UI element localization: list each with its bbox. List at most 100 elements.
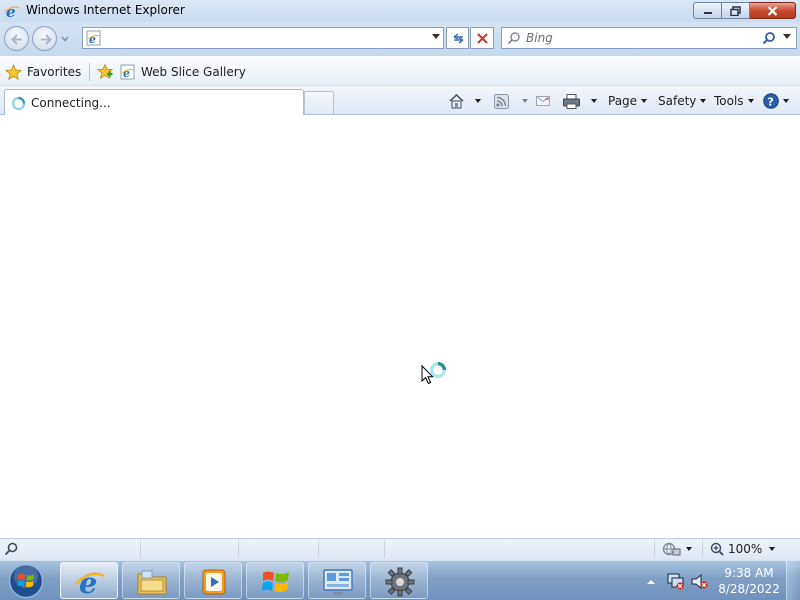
feeds-dropdown-icon[interactable]: [522, 99, 528, 103]
gear-icon: [385, 567, 415, 597]
zoom-dropdown-icon[interactable]: [769, 547, 775, 551]
volume-muted-icon[interactable]: [691, 573, 709, 590]
taskbar-gear-app[interactable]: [370, 562, 428, 599]
minimize-button[interactable]: [693, 2, 722, 19]
add-to-favorites-bar-icon[interactable]: [96, 63, 114, 81]
protected-mode-dropdown-icon[interactable]: [686, 547, 692, 551]
search-input[interactable]: [526, 30, 746, 46]
zoom-icon: [710, 542, 724, 556]
restore-button[interactable]: [722, 2, 750, 19]
address-bar[interactable]: e: [82, 27, 444, 49]
status-divider: [654, 541, 655, 558]
clock-time: 9:38 AM: [724, 566, 774, 580]
stop-icon: [477, 33, 488, 44]
svg-text:e: e: [6, 3, 16, 19]
mail-icon: [536, 96, 550, 106]
safety-menu[interactable]: Safety: [658, 93, 707, 109]
taskbar-internet-explorer[interactable]: e: [60, 562, 118, 599]
window-controls: [693, 2, 796, 19]
protected-mode-icon[interactable]: [662, 542, 682, 557]
web-slice-gallery-link[interactable]: e Web Slice Gallery: [120, 62, 246, 82]
zoom-level: 100%: [728, 542, 763, 556]
refresh-icon: [453, 33, 464, 44]
recent-pages-dropdown-icon[interactable]: [61, 35, 69, 43]
tab-connecting[interactable]: Connecting...: [4, 89, 304, 115]
page-content[interactable]: [0, 115, 800, 538]
internet-explorer-icon: e: [75, 566, 105, 598]
search-icon: [4, 542, 18, 556]
print-dropdown-icon[interactable]: [591, 99, 597, 103]
safety-dropdown-icon: [700, 99, 707, 103]
forward-button[interactable]: [32, 26, 57, 51]
taskbar-control-panel[interactable]: [308, 562, 366, 599]
svg-text:e: e: [79, 566, 97, 598]
new-tab-button[interactable]: [304, 91, 334, 114]
tools-menu-label: Tools: [714, 94, 744, 108]
home-icon: [449, 93, 464, 109]
address-dropdown-icon[interactable]: [432, 34, 440, 40]
help-button[interactable]: ?: [763, 93, 789, 109]
home-dropdown-icon[interactable]: [475, 99, 481, 103]
show-hidden-icons-icon[interactable]: [646, 578, 656, 586]
svg-text:e: e: [123, 67, 130, 80]
folder-icon: [137, 570, 167, 595]
command-bar: Connecting... Page Safety Tools ?: [0, 86, 800, 115]
stop-button[interactable]: [470, 27, 494, 49]
window-title: Windows Internet Explorer: [26, 3, 185, 17]
windows-logo-icon: [262, 571, 289, 593]
title-bar[interactable]: e Windows Internet Explorer: [0, 0, 800, 22]
media-player-icon: [202, 569, 226, 595]
status-bar: 100%: [0, 538, 800, 560]
page-menu[interactable]: Page: [608, 93, 648, 109]
svg-text:?: ?: [767, 96, 773, 109]
clock-date: 8/28/2022: [718, 582, 780, 596]
status-divider: [384, 541, 385, 558]
tab-label: Connecting...: [31, 96, 111, 110]
ie-icon: e: [4, 3, 20, 19]
search-options-dropdown-icon[interactable]: [783, 34, 791, 40]
ie-page-icon: e: [120, 64, 135, 80]
print-button[interactable]: [563, 93, 597, 109]
network-icon[interactable]: [667, 573, 685, 590]
favorites-button[interactable]: Favorites: [5, 62, 81, 82]
help-dropdown-icon: [783, 99, 789, 103]
system-clock[interactable]: 9:38 AM 8/28/2022: [716, 565, 782, 597]
search-icon[interactable]: [762, 31, 776, 45]
status-divider: [140, 541, 141, 558]
address-input[interactable]: [105, 30, 425, 46]
busy-cursor-icon: [421, 362, 446, 385]
taskbar: e 9:38 AM 8/28/2022: [0, 560, 800, 600]
back-button[interactable]: [4, 26, 29, 51]
restore-icon: [730, 5, 741, 16]
control-panel-icon: [323, 569, 353, 595]
taskbar-windows-media-player[interactable]: [184, 562, 242, 599]
tools-menu[interactable]: Tools: [714, 93, 754, 109]
forward-arrow-icon: [41, 34, 52, 45]
safety-menu-label: Safety: [658, 94, 697, 108]
status-divider: [238, 541, 239, 558]
svg-text:e: e: [89, 33, 96, 46]
close-button[interactable]: [750, 2, 796, 19]
help-icon: ?: [763, 93, 779, 109]
show-desktop-button[interactable]: [786, 561, 800, 600]
start-button[interactable]: [6, 562, 46, 600]
close-icon: [767, 5, 778, 16]
page-menu-label: Page: [608, 94, 638, 108]
taskbar-windows-explorer[interactable]: [122, 562, 180, 599]
read-mail-button[interactable]: [536, 93, 551, 109]
home-button[interactable]: [448, 93, 481, 109]
rss-feed-icon: [494, 93, 509, 109]
status-divider: [318, 541, 319, 558]
status-divider: [702, 541, 703, 558]
refresh-button[interactable]: [446, 27, 469, 49]
feeds-button[interactable]: [494, 93, 528, 109]
ie-page-icon: e: [86, 30, 101, 46]
favorites-separator: [89, 63, 90, 81]
search-box[interactable]: [501, 27, 797, 49]
printer-icon: [563, 93, 580, 109]
taskbar-windows-update[interactable]: [246, 562, 304, 599]
zoom-level-button[interactable]: 100%: [710, 542, 762, 556]
web-slice-gallery-label: Web Slice Gallery: [141, 65, 246, 79]
navigation-bar: e: [0, 22, 800, 56]
minimize-icon: [703, 11, 712, 14]
